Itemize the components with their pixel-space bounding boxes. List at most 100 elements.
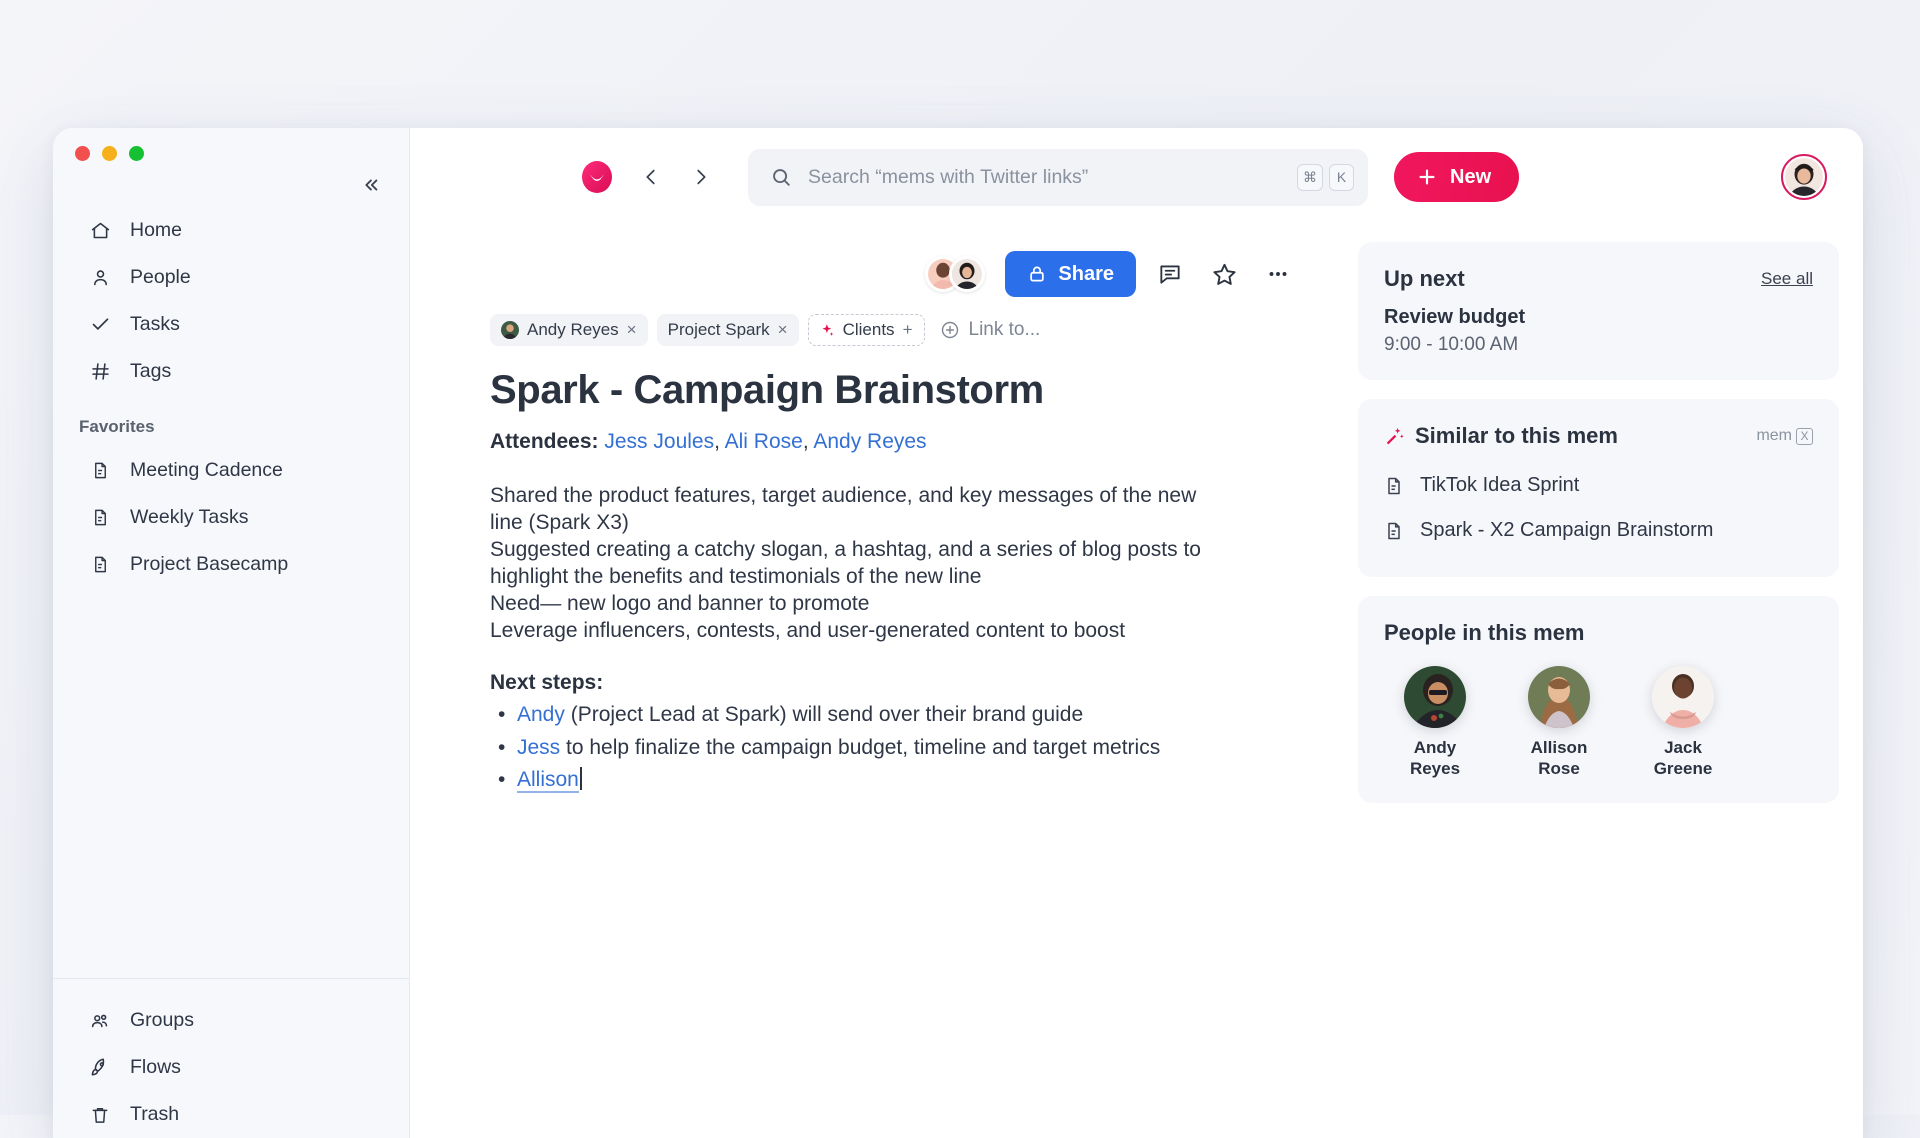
- people-title: People in this mem: [1384, 620, 1585, 645]
- forward-button[interactable]: [686, 162, 716, 192]
- list-item[interactable]: Allison: [490, 766, 1230, 793]
- list-item-label: Spark - X2 Campaign Brainstorm: [1420, 519, 1714, 541]
- chevrons-left-icon: [365, 179, 378, 191]
- person-allison-rose[interactable]: Allison Rose: [1518, 666, 1600, 779]
- person-andy-reyes[interactable]: Andy Reyes: [1394, 666, 1476, 779]
- document-icon: [1384, 476, 1404, 496]
- document-toolbar: Share: [410, 226, 1318, 306]
- document-chips: Andy Reyes × Project Spark × Clients + L…: [490, 314, 1230, 346]
- list-item[interactable]: TikTok Idea Sprint: [1384, 463, 1813, 508]
- chip-tag-project-spark[interactable]: Project Spark ×: [656, 314, 799, 346]
- kbd-cmd: ⌘: [1297, 163, 1323, 191]
- sidebar-item-groups[interactable]: Groups: [65, 997, 397, 1044]
- up-next-event-title[interactable]: Review budget: [1384, 306, 1813, 329]
- sidebar-item-flows[interactable]: Flows: [65, 1044, 397, 1091]
- check-icon: [89, 314, 111, 336]
- document-icon: [1384, 521, 1404, 541]
- attendees-line: Attendees: Jess Joules, Ali Rose, Andy R…: [490, 430, 1230, 454]
- sidebar-item-label: People: [130, 266, 191, 288]
- chip-person-andy-reyes[interactable]: Andy Reyes ×: [490, 314, 648, 346]
- chevron-right-icon: [697, 169, 706, 185]
- person-mention-active[interactable]: Allison: [517, 767, 579, 793]
- link-to-button[interactable]: Link to...: [940, 319, 1040, 341]
- sidebar-item-label: Home: [130, 219, 183, 241]
- sidebar-item-weekly-tasks[interactable]: Weekly Tasks: [65, 494, 397, 541]
- person-last-name: Rose: [1538, 758, 1580, 778]
- chevron-left-icon: [646, 169, 655, 185]
- document: Andy Reyes × Project Spark × Clients + L…: [410, 306, 1230, 798]
- person-icon: [89, 267, 111, 289]
- groups-icon: [89, 1010, 111, 1032]
- avatar-image: [1785, 158, 1823, 196]
- person-jack-greene[interactable]: Jack Greene: [1642, 666, 1724, 779]
- search-icon: [770, 166, 792, 188]
- close-window-button[interactable]: [75, 146, 90, 161]
- sidebar-item-home[interactable]: Home: [65, 207, 397, 254]
- sidebar-item-tags[interactable]: Tags: [65, 348, 397, 395]
- share-button[interactable]: Share: [1005, 251, 1136, 297]
- see-all-link[interactable]: See all: [1761, 269, 1813, 289]
- sidebar-item-label: Tags: [130, 360, 172, 382]
- right-rail: Up next See all Review budget 9:00 - 10:…: [1358, 226, 1863, 1138]
- attendee-link[interactable]: Andy Reyes: [813, 430, 926, 453]
- sidebar-item-people[interactable]: People: [65, 254, 397, 301]
- attendee-link[interactable]: Ali Rose: [725, 430, 803, 453]
- chip-suggested-clients[interactable]: Clients +: [807, 314, 925, 346]
- similar-header: Similar to this mem mem X: [1384, 423, 1813, 449]
- mem-x-text: mem: [1756, 427, 1792, 444]
- plus-icon: [1419, 169, 1435, 185]
- kbd-k: K: [1329, 163, 1354, 191]
- document-body[interactable]: Shared the product features, target audi…: [490, 482, 1230, 644]
- collaborator-facepile[interactable]: [925, 256, 986, 292]
- back-button[interactable]: [636, 162, 666, 192]
- star-icon: [1212, 263, 1236, 285]
- person-first-name: Andy: [1413, 738, 1457, 757]
- document-icon: [89, 507, 111, 529]
- up-next-event-time: 9:00 - 10:00 AM: [1384, 334, 1519, 355]
- attendee-link[interactable]: Jess Joules: [604, 430, 714, 453]
- close-icon[interactable]: ×: [778, 320, 788, 340]
- sparkle-wand-icon: [1386, 427, 1404, 444]
- add-icon[interactable]: +: [903, 320, 913, 340]
- minimize-window-button[interactable]: [102, 146, 117, 161]
- sidebar-item-label: Project Basecamp: [130, 553, 289, 575]
- page-title[interactable]: Spark - Campaign Brainstorm: [490, 368, 1230, 413]
- body-line: Need— new logo and banner to promote: [490, 592, 870, 616]
- sidebar-item-meeting-cadence[interactable]: Meeting Cadence: [65, 447, 397, 494]
- person-mention[interactable]: Jess: [517, 736, 560, 759]
- sidebar-nav: Home People Tasks Tags Favorites Meeting…: [53, 207, 409, 978]
- person-first-name: Jack: [1664, 738, 1702, 757]
- sidebar-item-tasks[interactable]: Tasks: [65, 301, 397, 348]
- sidebar-item-label: Meeting Cadence: [130, 459, 283, 481]
- search-input[interactable]: [808, 165, 1297, 189]
- sidebar-item-project-basecamp[interactable]: Project Basecamp: [65, 541, 397, 588]
- search-shortcut: ⌘ K: [1297, 163, 1354, 191]
- close-icon[interactable]: ×: [627, 320, 637, 340]
- sidebar-item-label: Tasks: [130, 313, 180, 335]
- sidebar: Home People Tasks Tags Favorites Meeting…: [53, 128, 410, 1138]
- avatar: [1652, 666, 1714, 728]
- sparkle-icon: [822, 323, 834, 336]
- comment-button[interactable]: [1150, 254, 1190, 294]
- favorites-section-label: Favorites: [79, 417, 155, 436]
- new-button[interactable]: New: [1394, 152, 1520, 202]
- mem-logo-icon[interactable]: [580, 160, 614, 194]
- more-options-button[interactable]: [1258, 254, 1298, 294]
- person-mention[interactable]: Andy: [517, 703, 565, 726]
- user-avatar[interactable]: [1781, 154, 1827, 200]
- sep: ,: [802, 430, 814, 453]
- similar-mems-card: Similar to this mem mem X TikTok Idea Sp…: [1358, 399, 1839, 577]
- favorite-button[interactable]: [1204, 254, 1244, 294]
- list-item[interactable]: Spark - X2 Campaign Brainstorm: [1384, 508, 1813, 553]
- comment-icon: [1160, 265, 1180, 284]
- list-item[interactable]: Jess to help finalize the campaign budge…: [490, 734, 1230, 761]
- top-bar: ⌘ K New: [410, 128, 1863, 226]
- sidebar-bottom-nav: Groups Flows Trash: [53, 978, 409, 1138]
- collapse-sidebar-button[interactable]: [355, 170, 385, 200]
- person-last-name: Greene: [1653, 758, 1713, 778]
- maximize-window-button[interactable]: [129, 146, 144, 161]
- search-bar[interactable]: ⌘ K: [748, 148, 1368, 206]
- main-area: ⌘ K New: [410, 128, 1863, 1138]
- attendees-label: Attendees:: [490, 430, 599, 453]
- list-item[interactable]: Andy (Project Lead at Spark) will send o…: [490, 701, 1230, 728]
